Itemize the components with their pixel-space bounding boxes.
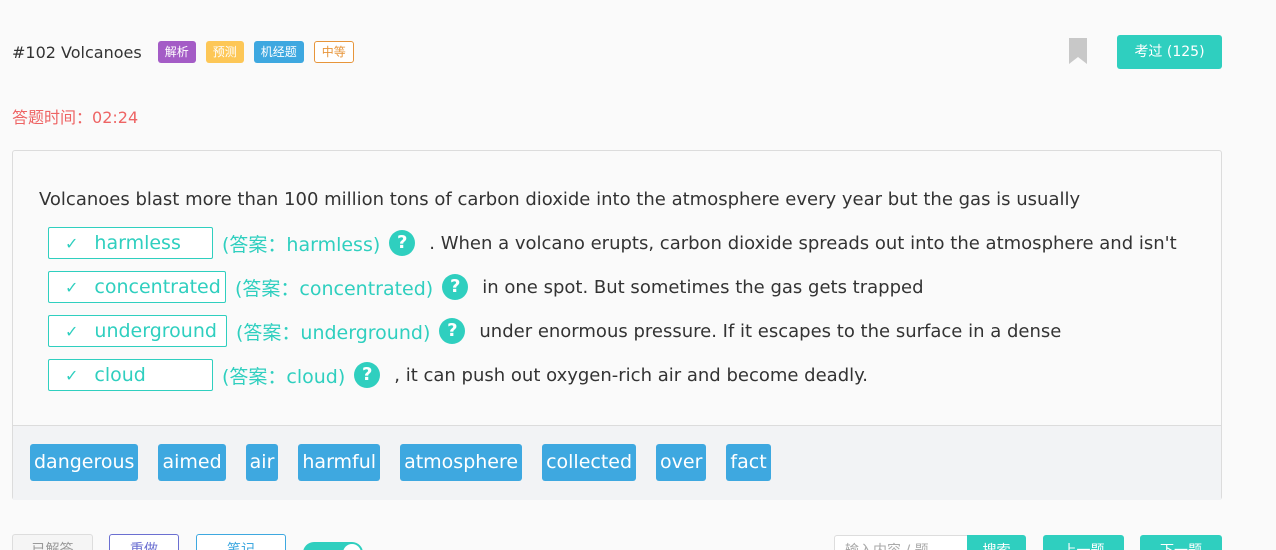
tag-predict[interactable]: 预测 bbox=[205, 41, 244, 63]
blank-value: harmless bbox=[94, 232, 181, 254]
notes-button[interactable]: 笔记 bbox=[196, 534, 286, 550]
check-icon: ✓ bbox=[65, 365, 79, 385]
blank-value: underground bbox=[94, 320, 217, 342]
question-intro: Volcanoes blast more than 100 million to… bbox=[39, 189, 1080, 210]
blank-row: ✓ concentrated (答案：concentrated) ? in on… bbox=[48, 271, 924, 303]
sentence-text: in one spot. But sometimes the gas gets … bbox=[482, 276, 924, 298]
toggle-knob bbox=[343, 544, 361, 550]
timer-label: 答题时间： bbox=[12, 108, 93, 127]
word-chip[interactable]: harmful bbox=[298, 444, 381, 481]
tag-analysis[interactable]: 解析 bbox=[157, 41, 196, 63]
next-question-button[interactable]: 下一题 bbox=[1140, 535, 1222, 550]
question-title: #102 Volcanoes bbox=[12, 42, 142, 62]
sentence-text: , it can push out oxygen-rich air and be… bbox=[394, 364, 868, 386]
tag-machine[interactable]: 机经题 bbox=[253, 41, 304, 63]
question-panel: Volcanoes blast more than 100 million to… bbox=[12, 150, 1222, 500]
word-chip[interactable]: collected bbox=[542, 444, 637, 481]
question-icon[interactable]: ? bbox=[439, 318, 466, 344]
check-icon: ✓ bbox=[65, 233, 79, 253]
word-chip[interactable]: over bbox=[656, 444, 707, 481]
word-chips: dangerous aimed air harmful atmosphere c… bbox=[30, 444, 791, 481]
blank-row: ✓ cloud (答案：cloud) ? , it can push out o… bbox=[48, 359, 868, 391]
search-button[interactable]: 搜索 bbox=[967, 535, 1026, 550]
word-chip[interactable]: aimed bbox=[158, 444, 226, 481]
bookmark-icon[interactable] bbox=[1069, 38, 1087, 64]
blank-row: ✓ underground (答案：underground) ? under e… bbox=[48, 315, 1061, 347]
check-icon: ✓ bbox=[65, 321, 79, 341]
blank-row: ✓ harmless (答案：harmless) ? . When a volc… bbox=[48, 227, 1177, 259]
answered-button[interactable]: 已解答 bbox=[12, 534, 93, 550]
question-body: Volcanoes blast more than 100 million to… bbox=[13, 151, 1221, 425]
question-icon[interactable]: ? bbox=[442, 274, 469, 300]
answer-input-4[interactable]: ✓ cloud bbox=[48, 359, 213, 391]
search-input[interactable]: 输入内容 / 题 bbox=[834, 535, 968, 550]
correct-answer: (答案：cloud) bbox=[222, 365, 346, 388]
word-chip[interactable]: air bbox=[245, 444, 279, 481]
word-bank: dangerous aimed air harmful atmosphere c… bbox=[13, 425, 1221, 500]
prev-question-button[interactable]: 上一题 bbox=[1043, 535, 1124, 550]
intro-text: Volcanoes blast more than 100 million to… bbox=[39, 189, 1081, 210]
word-chip[interactable]: fact bbox=[726, 444, 771, 481]
blank-value: cloud bbox=[94, 364, 146, 386]
word-chip[interactable]: atmosphere bbox=[400, 444, 523, 481]
timer-value: 02:24 bbox=[92, 108, 139, 127]
check-icon: ✓ bbox=[65, 277, 79, 297]
word-chip[interactable]: dangerous bbox=[30, 444, 139, 481]
redo-button[interactable]: 重做 bbox=[109, 534, 179, 550]
tag-difficulty: 中等 bbox=[313, 41, 354, 63]
sentence-text: under enormous pressure. If it escapes t… bbox=[479, 320, 1062, 342]
blank-value: concentrated bbox=[94, 276, 221, 298]
question-icon[interactable]: ? bbox=[354, 362, 381, 388]
answer-input-2[interactable]: ✓ concentrated bbox=[48, 271, 226, 303]
correct-answer: (答案：underground) bbox=[236, 321, 431, 344]
answer-input-3[interactable]: ✓ underground bbox=[48, 315, 227, 347]
correct-answer: (答案：harmless) bbox=[222, 233, 381, 256]
answer-input-1[interactable]: ✓ harmless bbox=[48, 227, 213, 259]
answer-toggle[interactable] bbox=[303, 542, 363, 550]
question-icon[interactable]: ? bbox=[389, 230, 416, 256]
answer-timer: 答题时间：02:24 bbox=[12, 104, 138, 128]
sentence-text: . When a volcano erupts, carbon dioxide … bbox=[429, 232, 1177, 254]
correct-answer: (答案：concentrated) bbox=[235, 277, 434, 300]
page-header: #102 Volcanoes 解析 预测 机经题 中等 bbox=[12, 38, 364, 66]
kaoguo-button[interactable]: 考过 (125) bbox=[1117, 35, 1222, 69]
